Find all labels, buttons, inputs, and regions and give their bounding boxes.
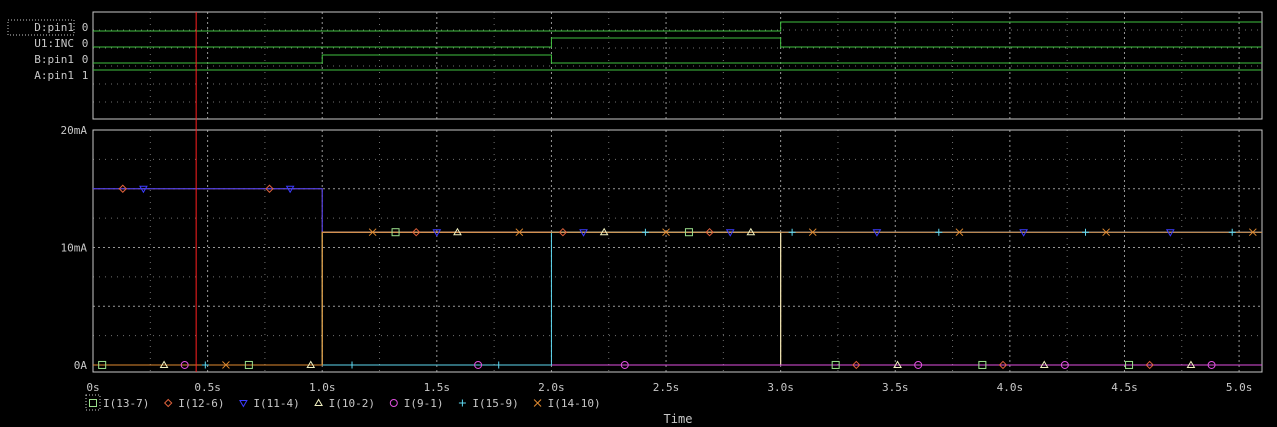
y-tick-label: 10mA <box>61 241 88 254</box>
x-axis-title: Time <box>664 412 693 426</box>
x-tick-label: 1.0s <box>309 381 336 394</box>
legend-label: I(12-6) <box>178 397 224 410</box>
signal-name-label[interactable]: A:pin1 <box>34 69 74 82</box>
legend-label: I(13-7) <box>103 397 149 410</box>
legend-label: I(11-4) <box>253 397 299 410</box>
signal-value-label: 1 <box>82 69 89 82</box>
x-tick-label: 4.0s <box>997 381 1024 394</box>
x-tick-label: 3.0s <box>767 381 794 394</box>
x-tick-label: 2.0s <box>538 381 565 394</box>
x-tick-label: 4.5s <box>1111 381 1138 394</box>
y-tick-label: 20mA <box>61 124 88 137</box>
x-tick-label: 3.5s <box>882 381 909 394</box>
window-background <box>0 0 1277 427</box>
signal-name-label[interactable]: B:pin1 <box>34 53 74 66</box>
legend-label: I(14-10) <box>548 397 601 410</box>
x-tick-label: 5.0s <box>1226 381 1253 394</box>
signal-name-label[interactable]: U1:INC <box>34 37 74 50</box>
y-tick-label: 0A <box>74 359 88 372</box>
probe-window[interactable]: D:pin1 0U1:INC 0B:pin1 0A:pin1 1 0A10mA20mA … <box>0 0 1277 427</box>
legend-label: I(15-9) <box>472 397 518 410</box>
x-tick-label: 2.5s <box>653 381 680 394</box>
signal-value-label: 0 <box>82 21 89 34</box>
legend-label: I(10-2) <box>329 397 375 410</box>
x-tick-label: 1.5s <box>424 381 451 394</box>
signal-value-label: 0 <box>82 37 89 50</box>
x-tick-label: 0s <box>86 381 99 394</box>
signal-name-label[interactable]: D:pin1 <box>34 21 74 34</box>
x-tick-label: 0.5s <box>194 381 221 394</box>
legend-label: I(9-1) <box>404 397 444 410</box>
signal-value-label: 0 <box>82 53 89 66</box>
